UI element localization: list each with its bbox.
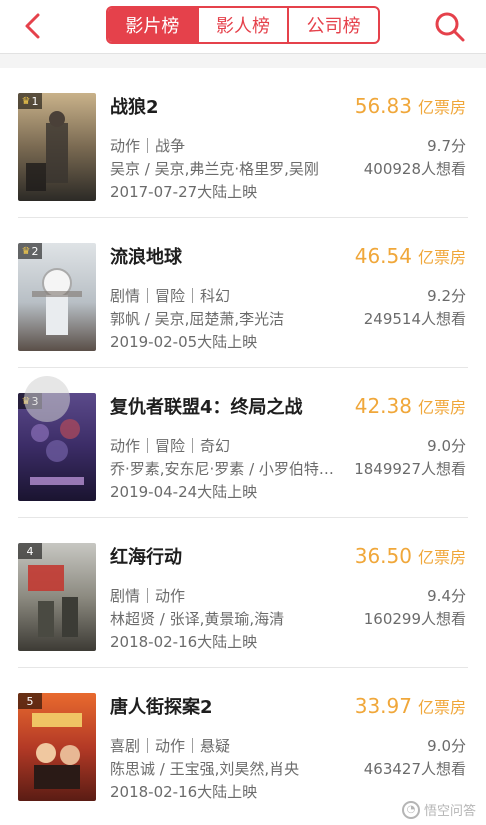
tab-companies[interactable]: 公司榜 xyxy=(289,8,378,42)
box-office-unit: 亿票房 xyxy=(417,548,466,567)
crown-icon: ♛ xyxy=(21,95,31,107)
rank-badge: ♛ 1 xyxy=(18,93,42,109)
want-to-watch-count: 1849927人想看 xyxy=(354,460,466,478)
crown-icon: ♛ xyxy=(21,245,31,257)
box-office: 56.83 亿票房 xyxy=(355,94,466,118)
movie-title[interactable]: 流浪地球 xyxy=(110,243,182,269)
floating-action-button[interactable] xyxy=(24,376,70,422)
tab-movies[interactable]: 影片榜 xyxy=(108,8,199,42)
box-office-value: 56.83 xyxy=(354,94,412,118)
movie-genre: 喜剧｜动作｜悬疑 xyxy=(110,737,231,755)
movie-row[interactable]: ♛3 复仇者联盟4：终局之战 42.38亿票房 动作｜冒险｜奇幻 9.0分 乔·… xyxy=(0,368,486,518)
search-button[interactable] xyxy=(432,9,468,43)
movie-genre: 剧情｜动作 xyxy=(110,587,186,605)
movie-score: 9.0分 xyxy=(427,737,466,755)
top-bar: 影片榜 影人榜 公司榜 xyxy=(0,0,486,54)
movie-row[interactable]: 5 唐人街探案2 33.97 亿票房 喜剧｜动作｜悬疑 9.0分 陈思诚 / 王宝… xyxy=(0,668,486,818)
release-date: 2019-02-05大陆上映 xyxy=(110,333,258,351)
ranking-tabs: 影片榜 影人榜 公司榜 xyxy=(106,6,380,44)
movie-poster: 5 xyxy=(18,693,96,801)
movie-title[interactable]: 复仇者联盟4：终局之战 xyxy=(110,393,303,419)
movie-genre: 动作｜冒险｜奇幻 xyxy=(110,437,231,455)
box-office: 46.54 亿票房 xyxy=(355,244,466,268)
movie-genre: 剧情｜冒险｜科幻 xyxy=(110,287,231,305)
movie-title[interactable]: 战狼2 xyxy=(110,93,159,119)
search-icon xyxy=(435,12,465,42)
want-to-watch-count: 400928人想看 xyxy=(363,160,466,178)
rank-badge: 4 xyxy=(18,543,42,559)
movie-list: ♛ 1 战狼2 56.83 亿票房 动作｜战争 9.7分 吴京 / 吴京,弗兰克·格… xyxy=(0,68,486,825)
want-to-watch-count: 249514人想看 xyxy=(363,310,466,328)
movie-row[interactable]: ♛ 1 战狼2 56.83 亿票房 动作｜战争 9.7分 吴京 / 吴京,弗兰克·格… xyxy=(0,68,486,218)
movie-genre: 动作｜战争 xyxy=(110,137,186,155)
release-date: 2018-02-16大陆上映 xyxy=(110,633,258,651)
box-office: 33.97 亿票房 xyxy=(355,694,466,718)
box-office-value: 46.54 xyxy=(354,244,412,268)
back-button[interactable] xyxy=(14,10,50,42)
box-office-value: 33.97 xyxy=(354,694,412,718)
box-office: 36.50 亿票房 xyxy=(355,544,466,568)
movie-cast: 乔·罗素,安东尼·罗素 / 小罗伯特·唐尼 xyxy=(110,460,336,478)
movie-poster: ♛ 2 xyxy=(18,243,96,351)
release-date: 2017-07-27大陆上映 xyxy=(110,183,258,201)
rank-number: 4 xyxy=(26,544,34,558)
movie-row[interactable]: ♛ 2 流浪地球 46.54 亿票房 剧情｜冒险｜科幻 9.2分 郭帆 / 吴京,屈… xyxy=(0,218,486,368)
box-office-unit: 亿票房 xyxy=(417,398,466,417)
movie-poster: 4 xyxy=(18,543,96,651)
movie-row[interactable]: 4 红海行动 36.50 亿票房 剧情｜动作 9.4分 林超贤 / 张译,黄景瑜,… xyxy=(0,518,486,668)
want-to-watch-count: 463427人想看 xyxy=(363,760,466,778)
rank-number: 1 xyxy=(31,94,39,108)
box-office-unit: 亿票房 xyxy=(417,98,466,117)
box-office-value: 42.38 xyxy=(354,394,412,418)
movie-poster: ♛ 1 xyxy=(18,93,96,201)
want-to-watch-count: 160299人想看 xyxy=(363,610,466,628)
movie-score: 9.4分 xyxy=(427,587,466,605)
wukong-logo-icon: ◔ xyxy=(401,800,420,819)
movie-cast: 吴京 / 吴京,弗兰克·格里罗,吴刚 xyxy=(110,160,319,178)
rank-badge: ♛ 2 xyxy=(18,243,42,259)
release-date: 2018-02-16大陆上映 xyxy=(110,783,258,801)
tab-people[interactable]: 影人榜 xyxy=(199,8,290,42)
release-date: 2019-04-24大陆上映 xyxy=(110,483,258,501)
movie-title[interactable]: 唐人街探案2 xyxy=(110,693,213,719)
movie-cast: 林超贤 / 张译,黄景瑜,海清 xyxy=(110,610,285,628)
movie-score: 9.2分 xyxy=(427,287,466,305)
chevron-left-icon xyxy=(25,13,40,39)
movie-title[interactable]: 红海行动 xyxy=(110,543,182,569)
box-office: 42.38 亿票房 xyxy=(355,394,466,418)
movie-cast: 陈思诚 / 王宝强,刘昊然,肖央 xyxy=(110,760,300,778)
movie-score: 9.7分 xyxy=(427,137,466,155)
movie-cast: 郭帆 / 吴京,屈楚萧,李光洁 xyxy=(110,310,285,328)
rank-badge: 5 xyxy=(18,693,42,709)
movie-score: 9.0分 xyxy=(427,437,466,455)
watermark-text: 悟空问答 xyxy=(423,804,476,819)
rank-number: 2 xyxy=(31,244,39,258)
box-office-unit: 亿票房 xyxy=(417,698,466,717)
box-office-unit: 亿票房 xyxy=(417,248,466,267)
box-office-value: 36.50 xyxy=(354,544,412,568)
rank-number: 5 xyxy=(26,694,34,708)
watermark: ◔ 悟空问答 xyxy=(401,800,476,819)
